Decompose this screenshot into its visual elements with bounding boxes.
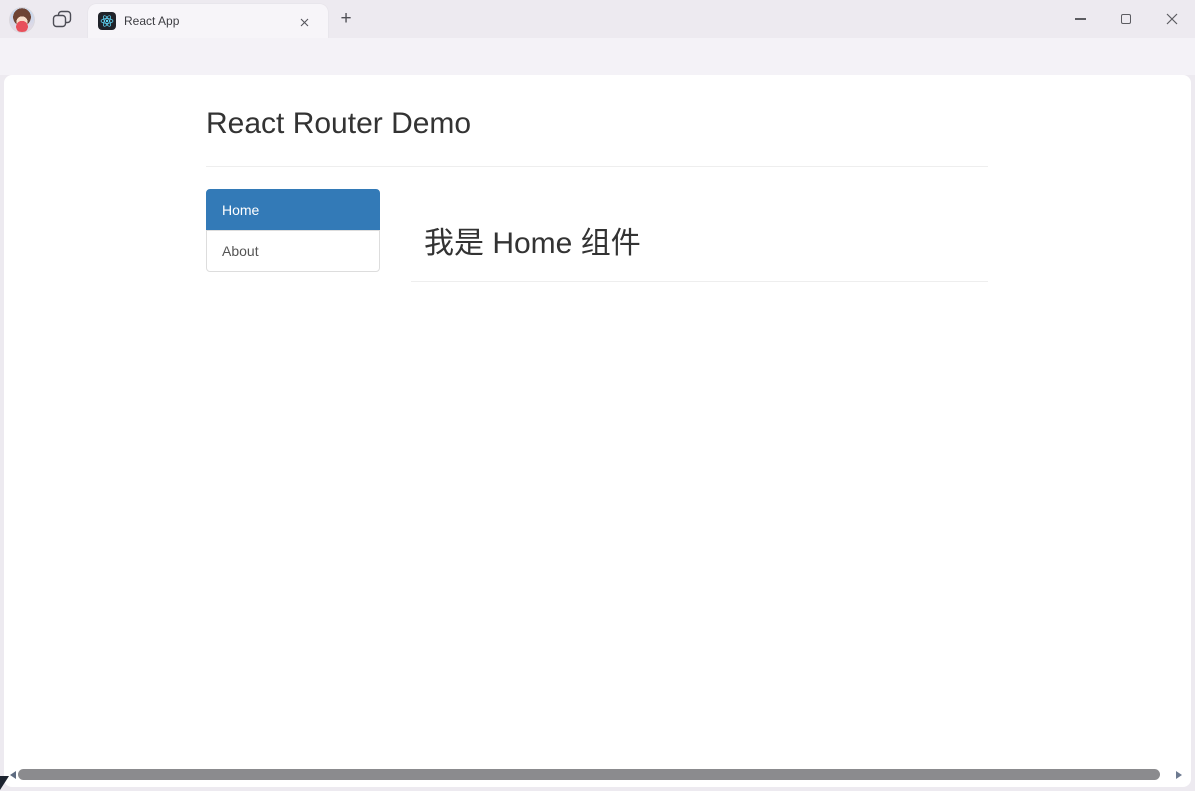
scrollbar-thumb[interactable] <box>18 769 1160 780</box>
window-controls <box>1057 0 1195 38</box>
maximize-button[interactable] <box>1103 0 1149 38</box>
workspaces-icon[interactable] <box>52 10 72 28</box>
title-divider <box>206 166 988 167</box>
profile-avatar[interactable] <box>10 8 34 32</box>
tab-close-icon[interactable] <box>296 14 312 30</box>
scroll-left-icon[interactable] <box>10 771 16 779</box>
react-favicon-icon <box>98 12 116 30</box>
minimize-button[interactable] <box>1057 0 1103 38</box>
tab-strip: React App + <box>0 0 1195 38</box>
nav-link-home[interactable]: Home <box>206 189 380 231</box>
tab-react-app[interactable]: React App <box>88 4 328 38</box>
route-content-heading: 我是 Home 组件 <box>424 218 641 262</box>
close-window-button[interactable] <box>1149 0 1195 38</box>
nav-link-about[interactable]: About <box>206 230 380 272</box>
content-divider <box>411 281 988 282</box>
tab-title: React App <box>124 14 179 28</box>
horizontal-scrollbar[interactable] <box>4 767 1191 783</box>
browser-window: React App + i lo <box>0 0 1195 791</box>
mouse-cursor <box>0 776 9 790</box>
maximize-icon <box>1121 14 1131 24</box>
router-nav: Home About <box>206 189 380 272</box>
page-title: React Router Demo <box>206 107 471 141</box>
new-tab-button[interactable]: + <box>334 7 358 31</box>
close-icon <box>1166 13 1178 25</box>
scroll-right-icon[interactable] <box>1176 771 1182 779</box>
page-viewport: React Router Demo Home About 我是 Home 组件 <box>4 75 1191 787</box>
minimize-icon <box>1075 18 1086 19</box>
navigation-toolbar: i localhost:3000/#/home aあ A <box>0 38 1195 75</box>
